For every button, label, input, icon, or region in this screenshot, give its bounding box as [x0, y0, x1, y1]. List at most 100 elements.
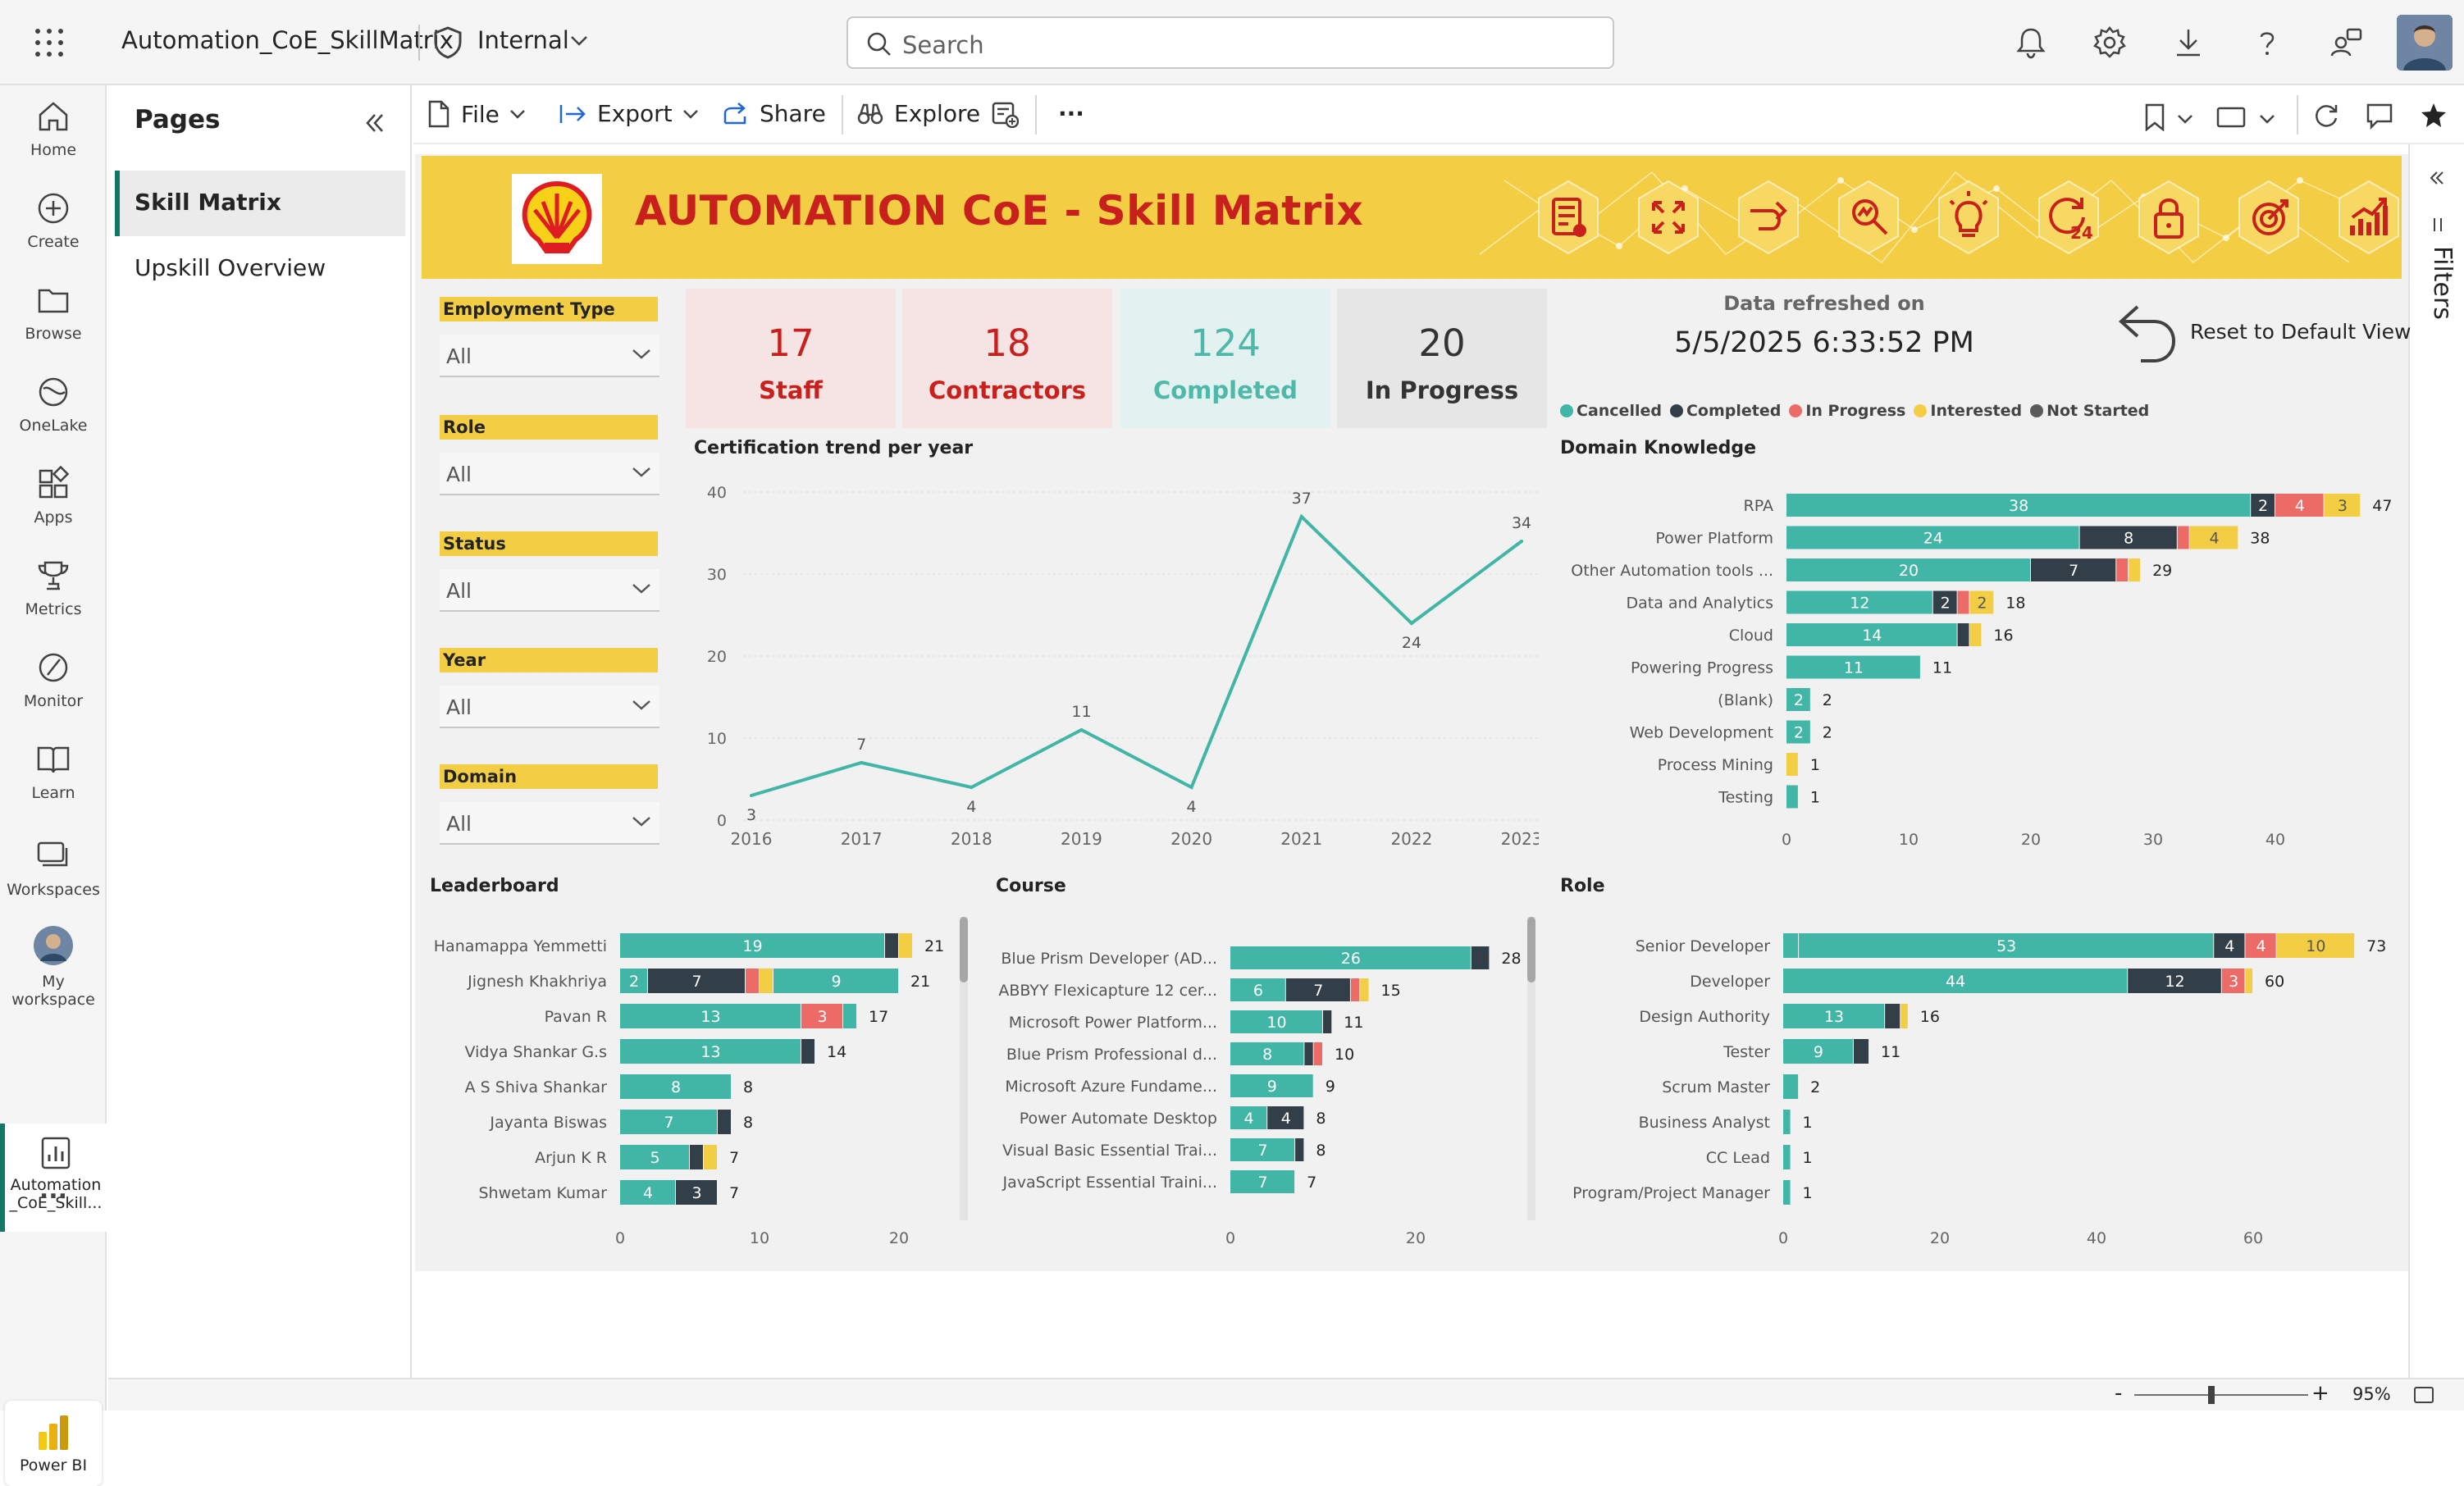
app-launcher-icon[interactable]	[33, 26, 66, 59]
data-point[interactable]	[750, 794, 753, 797]
nav-apps[interactable]: Apps	[0, 466, 107, 526]
slicer-dropdown-employment-type[interactable]: All	[440, 335, 659, 377]
data-point[interactable]	[970, 786, 974, 789]
collapse-pane-icon[interactable]	[361, 110, 387, 136]
nav-more-button[interactable]: ...	[0, 1176, 107, 1205]
export-menu[interactable]: Export	[558, 100, 699, 127]
slicer-dropdown-role[interactable]: All	[440, 453, 659, 495]
bar-segment[interactable]	[1350, 978, 1360, 1001]
zoom-out-button[interactable]: -	[2115, 1381, 2122, 1406]
file-menu[interactable]: File	[427, 100, 526, 128]
bar-chart-leaderboard[interactable]: 0 10 20 Hanamappa Yemmetti 19 21 Jignesh Khakh…	[430, 918, 971, 1255]
bar-chart-domain-knowledge[interactable]: 0 10 20 30 40RPA 38 2 4 3 47Power Platform 24 8 4 38O…	[1560, 484, 2402, 861]
bar-segment[interactable]	[1900, 1004, 1908, 1028]
bar-segment[interactable]	[1786, 785, 1798, 809]
line-chart-certification-trend[interactable]: 0 10 20 30 40 3 2016 7 2017 4 2018 11 2019 4 2020 37 202…	[686, 467, 1539, 853]
bar-segment[interactable]	[1471, 946, 1490, 969]
zoom-slider-thumb[interactable]	[2208, 1386, 2215, 1404]
chevron-down-icon[interactable]	[2177, 113, 2193, 125]
power-bi-switcher[interactable]: Power BI	[5, 1401, 102, 1486]
bar-segment[interactable]	[2245, 969, 2252, 993]
scrollbar-leaderboard[interactable]	[960, 917, 968, 1220]
data-point[interactable]	[1189, 786, 1193, 789]
bar-segment[interactable]	[1786, 753, 1798, 776]
refresh-icon[interactable]	[2313, 102, 2341, 130]
bar-segment[interactable]	[1957, 623, 1969, 646]
avatar[interactable]	[2397, 15, 2453, 71]
slicer-dropdown-year[interactable]: All	[440, 686, 659, 728]
bar-segment[interactable]	[2129, 558, 2141, 581]
bar-chart-course[interactable]: 0 20 Blue Prism Developer (AD... 26 28 ABBYY …	[996, 918, 1545, 1255]
bar-segment[interactable]	[1304, 1042, 1313, 1065]
legend-item[interactable]: Not Started	[2030, 402, 2149, 420]
scrollbar-course[interactable]	[1527, 917, 1535, 1220]
share-button[interactable]: Share	[722, 100, 826, 127]
page-tab-skill-matrix[interactable]: Skill Matrix	[115, 171, 405, 236]
sensitivity-label[interactable]: Internal	[477, 26, 569, 54]
bar-segment[interactable]	[1957, 590, 1969, 614]
data-point[interactable]	[860, 761, 864, 764]
slicer-dropdown-status[interactable]: All	[440, 569, 659, 612]
kpi-card-completed[interactable]: 124 Completed	[1120, 289, 1330, 428]
bar-segment[interactable]	[704, 1145, 717, 1169]
bar-segment[interactable]	[1853, 1039, 1869, 1064]
bar-segment[interactable]	[2116, 558, 2129, 581]
filter-toggle-icon[interactable]	[2431, 217, 2444, 233]
chevron-down-icon[interactable]	[2259, 113, 2275, 125]
gear-icon[interactable]	[2092, 25, 2128, 61]
bar-segment[interactable]	[2177, 526, 2189, 549]
bar-segment[interactable]	[899, 933, 912, 958]
kpi-card-in-progress[interactable]: 20 In Progress	[1337, 289, 1547, 428]
nav-monitor[interactable]: Monitor	[0, 650, 107, 710]
nav-home[interactable]: Home	[0, 98, 107, 159]
bar-segment[interactable]	[760, 969, 773, 993]
favorite-star-icon[interactable]	[2420, 102, 2448, 130]
bar-segment[interactable]	[843, 1004, 856, 1028]
bar-segment[interactable]	[1783, 1110, 1791, 1134]
bar-segment[interactable]	[1783, 1180, 1791, 1205]
bar-segment[interactable]	[1783, 933, 1799, 958]
bar-segment[interactable]	[1969, 623, 1982, 646]
kpi-card-contractors[interactable]: 18 Contractors	[902, 289, 1112, 428]
slicer-dropdown-domain[interactable]: All	[440, 802, 659, 845]
bar-segment[interactable]	[1295, 1138, 1304, 1161]
download-icon[interactable]	[2170, 25, 2206, 61]
nav-browse[interactable]: Browse	[0, 282, 107, 343]
help-icon[interactable]	[2249, 25, 2285, 61]
bar-chart-role[interactable]: 0 20 40 60Senior Developer 53 4 4 10 73Developer…	[1560, 918, 2402, 1255]
bar-segment[interactable]	[1885, 1004, 1900, 1028]
zoom-in-button[interactable]: +	[2311, 1381, 2329, 1406]
bar-segment[interactable]	[1783, 1145, 1791, 1169]
data-point[interactable]	[1409, 622, 1413, 625]
nav-my-workspace[interactable]: My workspace	[0, 925, 107, 1009]
bar-segment[interactable]	[718, 1110, 731, 1134]
series-line[interactable]	[751, 513, 1523, 797]
filters-pane-collapsed[interactable]	[2408, 144, 2464, 1378]
page-tab-upskill-overview[interactable]: Upskill Overview	[115, 236, 405, 302]
share-feedback-icon[interactable]	[2328, 25, 2364, 61]
nav-onelake[interactable]: OneLake	[0, 374, 107, 435]
bar-segment[interactable]	[1313, 1042, 1322, 1065]
bar-segment[interactable]	[801, 1039, 814, 1064]
more-options-button[interactable]: ···	[1058, 100, 1084, 127]
bar-segment[interactable]	[690, 1145, 703, 1169]
data-point[interactable]	[1299, 515, 1303, 518]
bell-icon[interactable]	[2013, 25, 2049, 61]
data-point[interactable]	[1520, 540, 1524, 543]
search-input[interactable]: Search	[846, 16, 1614, 69]
report-title[interactable]: Automation_CoE_SkillMatrix	[121, 26, 454, 54]
legend-item[interactable]: Cancelled	[1560, 402, 1662, 420]
explore-button[interactable]: Explore	[856, 100, 980, 127]
bookmark-icon[interactable]	[2144, 103, 2165, 131]
legend-item[interactable]: In Progress	[1789, 402, 1905, 420]
chevron-down-icon[interactable]	[569, 34, 589, 48]
zoom-slider[interactable]	[2134, 1394, 2308, 1396]
bar-segment[interactable]	[746, 969, 759, 993]
nav-learn[interactable]: Learn	[0, 741, 107, 802]
expand-pane-icon[interactable]	[2428, 169, 2446, 187]
fit-to-page-icon[interactable]	[2413, 1386, 2434, 1404]
filters-label[interactable]: Filters	[2428, 246, 2457, 320]
subscribe-button[interactable]	[991, 100, 1019, 128]
bar-segment[interactable]	[1360, 978, 1369, 1001]
nav-create[interactable]: Create	[0, 190, 107, 251]
